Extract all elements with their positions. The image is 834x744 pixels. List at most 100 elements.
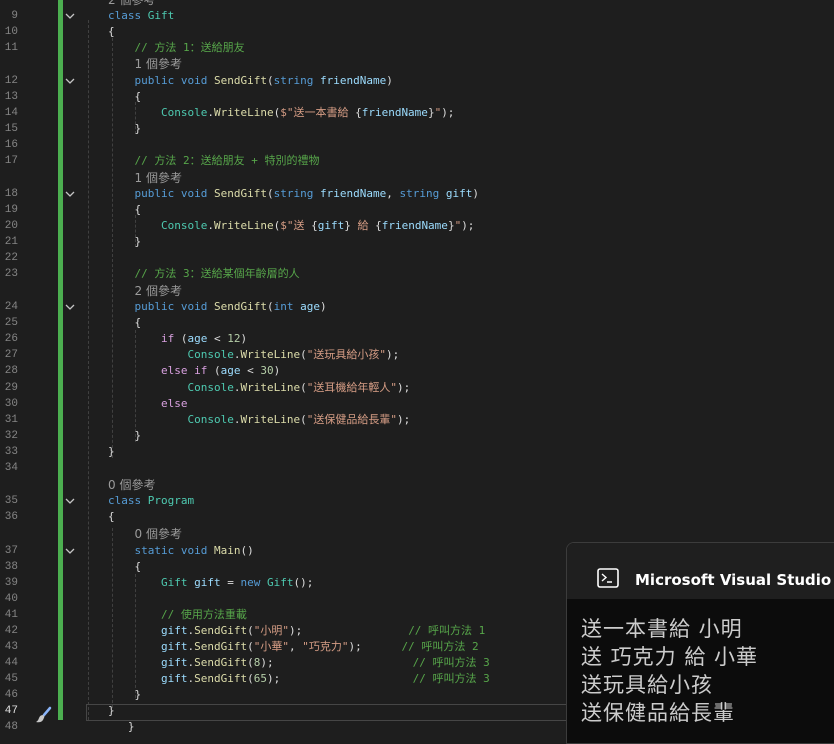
token-param: gift xyxy=(160,640,188,653)
code-line: 33} xyxy=(0,444,834,460)
fold-chevron-icon[interactable] xyxy=(65,302,75,312)
token-ctrl: else xyxy=(160,364,188,377)
code-line: 29 Console.WriteLine("送耳機給年輕人"); xyxy=(0,380,834,396)
token-param: age xyxy=(220,364,241,377)
token-comment: // 呼叫方法 3 xyxy=(412,656,490,669)
console-output-popup[interactable]: Microsoft Visual Studio 偵 送一本書給 小明 送 巧克力… xyxy=(566,542,834,744)
token-method: SendGift xyxy=(194,624,248,637)
codelens-references[interactable]: 2 個參考 xyxy=(108,283,182,300)
line-number: 44 xyxy=(4,657,18,669)
code-text: } xyxy=(108,234,142,250)
codelens-references[interactable]: 1 個參考 xyxy=(108,56,182,73)
code-line: 14 Console.WriteLine($"送一本書給 {friendName… xyxy=(0,105,834,121)
code-text: gift.SendGift(8); // 呼叫方法 3 xyxy=(108,655,490,671)
code-text: if (age < 12) xyxy=(108,331,247,347)
code-text: Console.WriteLine($"送 {gift} 給 {friendNa… xyxy=(108,218,474,234)
line-number: 15 xyxy=(4,123,18,135)
token-method: SendGift xyxy=(194,656,248,669)
code-text: } xyxy=(108,444,115,460)
code-text: class Gift xyxy=(108,8,174,24)
token-comment: // 方法 3：送給某個年齡層的人 xyxy=(134,267,300,280)
token-kw: void xyxy=(180,544,208,557)
code-line: 28 else if (age < 30) xyxy=(0,363,834,379)
codelens-line: 0 個參考 xyxy=(0,477,834,493)
token-punct: = xyxy=(227,576,234,589)
token-param: friendName xyxy=(361,106,428,119)
console-icon xyxy=(597,568,619,592)
token-punct: } xyxy=(134,688,142,701)
code-line: 26 if (age < 12) xyxy=(0,331,834,347)
token-method: WriteLine xyxy=(213,106,274,119)
token-punct: ( xyxy=(266,300,274,313)
fold-chevron-icon[interactable] xyxy=(65,546,75,556)
token-type: Program xyxy=(147,494,195,507)
token-punct: ( xyxy=(247,640,254,653)
token-comment: // 呼叫方法 1 xyxy=(408,624,486,637)
token-punct: { xyxy=(134,316,142,329)
token-punct: < xyxy=(247,364,254,377)
token-punct: { xyxy=(134,560,142,573)
code-line: 10 { xyxy=(0,24,834,40)
console-output-line: 送保健品給長輩 xyxy=(581,701,735,725)
token-param: gift xyxy=(317,219,345,232)
token-punct: ); xyxy=(441,106,455,119)
line-number: 41 xyxy=(4,609,18,621)
token-param: gift xyxy=(160,656,188,669)
fold-chevron-icon[interactable] xyxy=(65,496,75,506)
code-line: 32 } xyxy=(0,428,834,444)
token-param: age xyxy=(300,300,320,313)
token-num: 12 xyxy=(227,332,241,345)
token-punct: ( xyxy=(300,348,307,361)
code-line: 15 } xyxy=(0,121,834,137)
line-number: 16 xyxy=(4,139,18,151)
token-punct: { xyxy=(108,25,115,38)
code-text: { xyxy=(108,24,115,40)
fold-chevron-icon[interactable] xyxy=(65,11,75,21)
token-type: Console xyxy=(187,381,234,394)
code-line: 17 // 方法 2：送給朋友 + 特別的禮物 xyxy=(0,153,834,169)
token-param: gift xyxy=(194,576,221,589)
line-number: 29 xyxy=(4,382,18,394)
token-punct: ( xyxy=(300,413,307,426)
line-number: 40 xyxy=(4,593,18,605)
token-interp: } xyxy=(427,106,435,119)
token-str: "送保健品給長輩" xyxy=(306,413,397,426)
codelens-line: 2 個參考 xyxy=(0,283,834,299)
token-comment: // 呼叫方法 3 xyxy=(412,672,490,685)
token-method: WriteLine xyxy=(213,219,274,232)
token-str: $"送 xyxy=(280,219,312,232)
code-line: 20 Console.WriteLine($"送 {gift} 給 {frien… xyxy=(0,218,834,234)
token-kw: void xyxy=(180,187,208,200)
line-number: 30 xyxy=(4,398,18,410)
token-str: "小明" xyxy=(253,624,289,637)
codelens-references[interactable]: 1 個參考 xyxy=(108,170,182,187)
token-comment: // 方法 1：送給朋友 xyxy=(134,41,245,54)
token-str: $"送一本書給 xyxy=(280,106,356,119)
code-text: } xyxy=(108,703,115,719)
fold-chevron-icon[interactable] xyxy=(65,189,75,199)
token-kw: public xyxy=(134,74,175,87)
codelens-references[interactable]: 0 個參考 xyxy=(108,477,155,494)
popup-titlebar[interactable]: Microsoft Visual Studio 偵 xyxy=(567,543,834,599)
code-text: Console.WriteLine("送耳機給年輕人"); xyxy=(108,380,410,396)
token-punct: ) xyxy=(319,300,327,313)
token-ctrl: else xyxy=(160,397,188,410)
code-text: { xyxy=(108,509,115,525)
token-punct: ); xyxy=(461,219,475,232)
codelens-references[interactable]: 0 個參考 xyxy=(108,526,182,543)
fold-chevron-icon[interactable] xyxy=(65,76,75,86)
paintbrush-icon[interactable] xyxy=(35,706,53,728)
codelens-line: 1 個參考 xyxy=(0,170,834,186)
